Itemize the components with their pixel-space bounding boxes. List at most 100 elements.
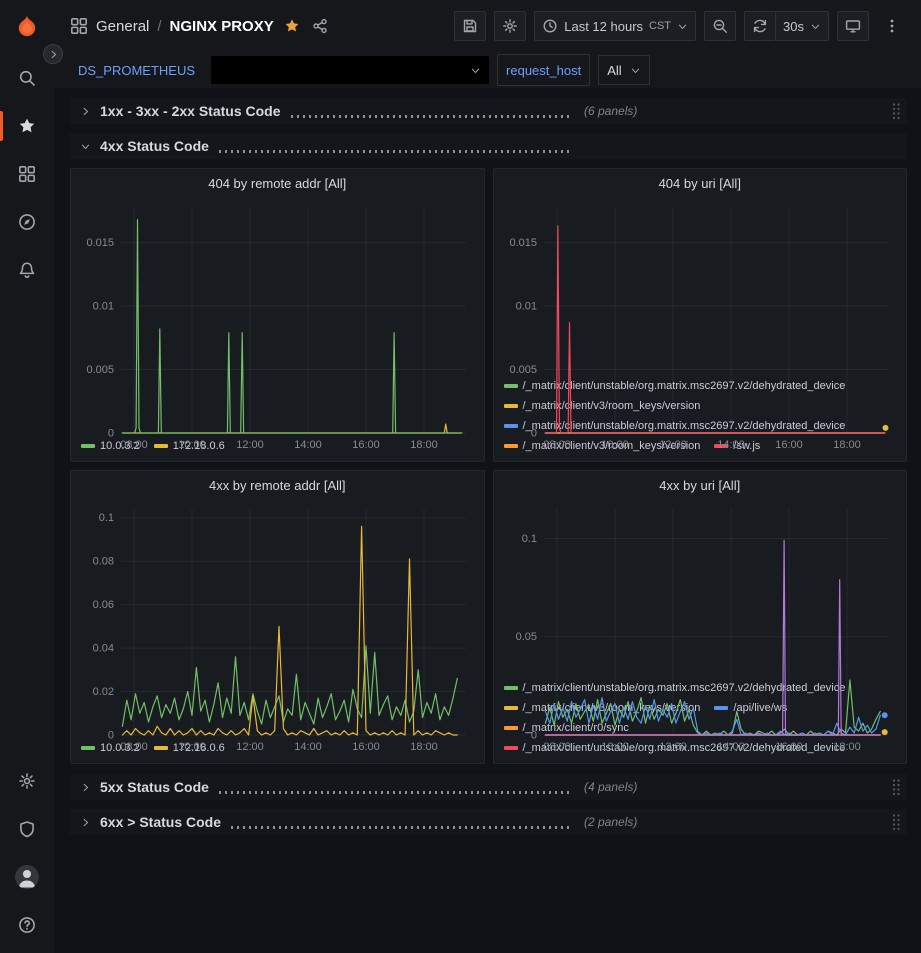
row-6xx-status-code[interactable]: 6xx > Status Code (2 panels) (70, 809, 907, 835)
breadcrumb-section[interactable]: General (96, 18, 149, 35)
grafana-flame-icon (14, 14, 40, 40)
explore-compass-icon (18, 213, 36, 231)
sidebar-collapse-chevron[interactable] (43, 44, 63, 64)
row-title: 4xx Status Code (100, 138, 209, 154)
chevron-down-icon (80, 141, 91, 152)
drag-handle-icon[interactable] (891, 102, 901, 120)
dashboard-navbar: General / NGINX PROXY L (54, 0, 921, 52)
sidebar-item-starred[interactable] (0, 102, 54, 150)
user-avatar (15, 865, 39, 889)
row-panel-count: (6 panels) (584, 104, 637, 118)
save-icon (462, 18, 478, 34)
svg-text:0.005: 0.005 (86, 364, 114, 376)
sidebar-item-dashboards[interactable] (0, 150, 54, 198)
caret-down-icon (810, 21, 821, 32)
drag-handle-icon[interactable] (891, 778, 901, 796)
panel-404-by-uri: 404 by uri [All] 08:0010:0012:0014:0016:… (493, 168, 908, 462)
dashboard-title[interactable]: NGINX PROXY (170, 18, 274, 35)
timezone-badge: CST (649, 20, 671, 32)
navbar-actions: Last 12 hours CST 30s (454, 11, 907, 41)
svg-text:08:00: 08:00 (120, 741, 148, 753)
chart-4xx-by-remote-addr[interactable]: 08:0010:0012:0014:0016:0018:0000.020.040… (75, 499, 480, 737)
cycle-view-button[interactable] (837, 11, 869, 41)
sidebar-item-profile[interactable] (0, 853, 54, 901)
chevron-right-icon (80, 106, 91, 117)
refresh-button[interactable] (744, 11, 776, 41)
panel-title[interactable]: 404 by uri [All] (494, 169, 907, 197)
panels-grid: 404 by remote addr [All] 08:0010:0012:00… (70, 168, 907, 764)
panel-title[interactable]: 4xx by remote addr [All] (71, 471, 484, 499)
refresh-group: 30s (744, 11, 829, 41)
svg-text:0.015: 0.015 (509, 237, 537, 249)
svg-text:0.1: 0.1 (521, 533, 536, 545)
row-1xx-3xx-2xx-status-code[interactable]: 1xx - 3xx - 2xx Status Code (6 panels) (70, 98, 907, 124)
svg-text:16:00: 16:00 (352, 439, 380, 451)
row-title: 1xx - 3xx - 2xx Status Code (100, 103, 281, 119)
svg-text:14:00: 14:00 (294, 439, 322, 451)
row-dots-leader (231, 826, 572, 829)
request-host-variable-value: All (607, 63, 621, 78)
svg-text:18:00: 18:00 (833, 439, 861, 451)
refresh-interval-value: 30s (783, 19, 804, 34)
search-icon (18, 69, 36, 87)
row-4xx-status-code[interactable]: 4xx Status Code (70, 133, 907, 159)
caret-down-icon (630, 65, 641, 76)
zoom-out-icon (712, 18, 728, 34)
zoom-out-button[interactable] (704, 11, 736, 41)
variables-submenu: DS_PROMETHEUS request_host All (54, 52, 921, 88)
share-button[interactable] (310, 16, 330, 36)
starred-icon (18, 117, 36, 135)
chart-404-by-remote-addr[interactable]: 08:0010:0012:0014:0016:0018:0000.0050.01… (75, 197, 480, 435)
panel-404-by-remote-addr: 404 by remote addr [All] 08:0010:0012:00… (70, 168, 485, 462)
sidebar-item-explore[interactable] (0, 198, 54, 246)
favorite-star-icon (284, 18, 300, 34)
datasource-variable-label[interactable]: DS_PROMETHEUS (70, 55, 203, 85)
chart-4xx-by-uri[interactable]: 08:0010:0012:0014:0016:0018:0000.050.1 (498, 499, 903, 677)
drag-handle-icon[interactable] (891, 813, 901, 831)
svg-text:18:00: 18:00 (833, 741, 861, 753)
sidebar-item-alerting[interactable] (0, 246, 54, 294)
kebab-menu-button[interactable] (877, 11, 907, 41)
row-panel-count: (4 panels) (584, 780, 637, 794)
sidebar-item-server-admin[interactable] (0, 805, 54, 853)
datasource-variable-dropdown[interactable] (211, 56, 489, 84)
sidebar-item-settings[interactable] (0, 757, 54, 805)
alerting-bell-icon (18, 261, 36, 279)
favorite-star-button[interactable] (282, 16, 302, 36)
dashboard-body: 1xx - 3xx - 2xx Status Code (6 panels) 4… (54, 88, 921, 953)
svg-text:0: 0 (530, 730, 536, 742)
svg-text:08:00: 08:00 (120, 439, 148, 451)
dashboard-settings-button[interactable] (494, 11, 526, 41)
chart-404-by-uri[interactable]: 08:0010:0012:0014:0016:0018:0000.0050.01… (498, 197, 903, 375)
svg-text:0.04: 0.04 (93, 643, 114, 655)
svg-text:16:00: 16:00 (775, 439, 803, 451)
svg-text:10:00: 10:00 (178, 439, 206, 451)
svg-text:0.08: 0.08 (93, 556, 114, 568)
save-dashboard-button[interactable] (454, 11, 486, 41)
svg-text:0.05: 0.05 (515, 631, 536, 643)
refresh-interval-dropdown[interactable]: 30s (775, 11, 829, 41)
svg-text:12:00: 12:00 (236, 439, 264, 451)
request-host-variable-dropdown[interactable]: All (598, 55, 649, 85)
svg-text:16:00: 16:00 (352, 741, 380, 753)
svg-text:0.1: 0.1 (99, 512, 114, 524)
svg-text:0: 0 (530, 428, 536, 440)
chevron-right-icon (80, 782, 91, 793)
row-5xx-status-code[interactable]: 5xx Status Code (4 panels) (70, 774, 907, 800)
row-title: 5xx Status Code (100, 779, 209, 795)
caret-down-icon (677, 21, 688, 32)
caret-down-icon (470, 65, 481, 76)
panel-4xx-by-uri: 4xx by uri [All] 08:0010:0012:0014:0016:… (493, 470, 908, 764)
panel-title[interactable]: 404 by remote addr [All] (71, 169, 484, 197)
svg-text:0.01: 0.01 (515, 301, 536, 313)
time-range-picker[interactable]: Last 12 hours CST (534, 11, 696, 41)
grafana-app: General / NGINX PROXY L (0, 0, 921, 953)
sidebar (0, 0, 54, 953)
svg-text:10:00: 10:00 (601, 439, 629, 451)
svg-text:18:00: 18:00 (410, 439, 438, 451)
sidebar-item-help[interactable] (0, 901, 54, 949)
panel-title[interactable]: 4xx by uri [All] (494, 471, 907, 499)
svg-text:0.005: 0.005 (509, 364, 537, 376)
svg-text:08:00: 08:00 (543, 439, 571, 451)
request-host-variable-label[interactable]: request_host (497, 54, 590, 86)
